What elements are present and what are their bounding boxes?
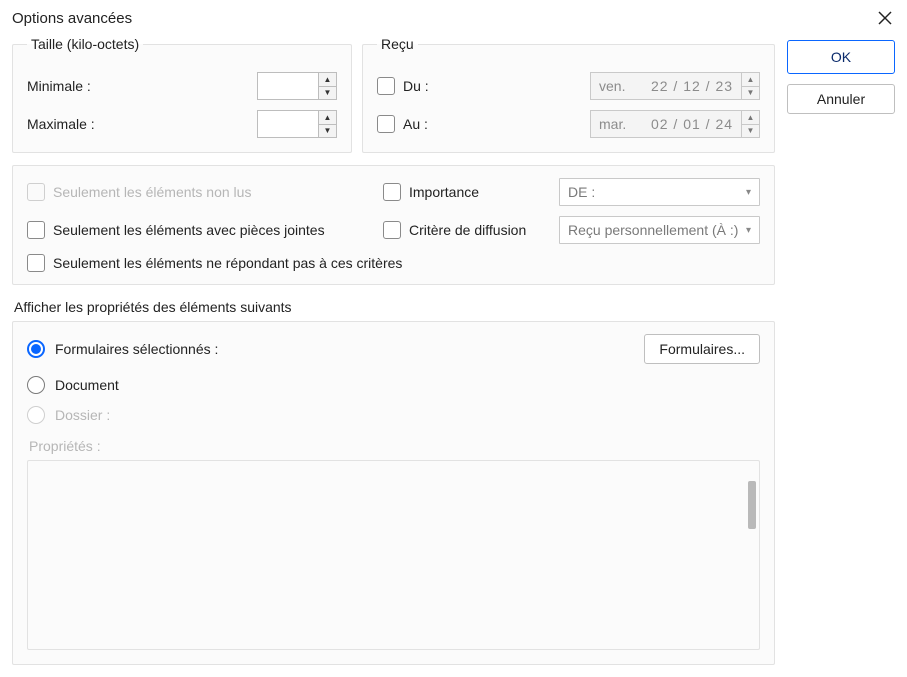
received-to-date[interactable]: mar. 02 / 01 / 24 ▲ ▼	[590, 110, 760, 138]
distribution-checkbox[interactable]	[383, 221, 401, 239]
group-size: Taille (kilo-octets) Minimale : ▲ ▼ Maxi…	[12, 36, 352, 153]
window-title: Options avancées	[12, 10, 132, 27]
received-from-day: ven.	[599, 78, 643, 94]
close-icon	[878, 11, 892, 25]
received-from-date[interactable]: ven. 22 / 12 / 23 ▲ ▼	[590, 72, 760, 100]
radio-folder-label: Dossier :	[55, 407, 110, 423]
max-size-label: Maximale :	[27, 116, 257, 132]
radio-folder[interactable]	[27, 406, 45, 424]
importance-combo[interactable]: DE : ▾	[559, 178, 760, 206]
importance-checkbox[interactable]	[383, 183, 401, 201]
forms-button[interactable]: Formulaires...	[644, 334, 760, 364]
received-from-label: Du :	[403, 78, 429, 94]
radio-document[interactable]	[27, 376, 45, 394]
max-size-down-icon[interactable]: ▼	[319, 124, 336, 138]
importance-value: DE :	[568, 184, 595, 200]
radio-selected-forms-label: Formulaires sélectionnés :	[55, 341, 218, 357]
chevron-down-icon: ▾	[746, 225, 751, 236]
properties-listbox[interactable]	[27, 460, 760, 650]
importance-label: Importance	[409, 184, 479, 200]
scrollbar-thumb[interactable]	[748, 481, 756, 529]
min-size-input[interactable]	[257, 72, 319, 100]
not-matching-label: Seulement les éléments ne répondant pas …	[53, 255, 402, 271]
radio-document-label: Document	[55, 377, 119, 393]
close-button[interactable]	[875, 8, 895, 28]
received-to-up-icon[interactable]: ▲	[742, 111, 759, 124]
properties-section: Formulaires sélectionnés : Formulaires..…	[12, 321, 775, 665]
attachments-checkbox[interactable]	[27, 221, 45, 239]
min-size-up-icon[interactable]: ▲	[319, 73, 336, 86]
chevron-down-icon: ▾	[746, 187, 751, 198]
min-size-spinner[interactable]: ▲ ▼	[257, 72, 337, 100]
unread-label: Seulement les éléments non lus	[53, 184, 251, 200]
group-received: Reçu Du : ven. 22 / 12 / 23 ▲ ▼	[362, 36, 775, 153]
received-from-up-icon[interactable]: ▲	[742, 73, 759, 86]
received-to-down-icon[interactable]: ▼	[742, 124, 759, 138]
cancel-button[interactable]: Annuler	[787, 84, 895, 114]
max-size-spinner[interactable]: ▲ ▼	[257, 110, 337, 138]
received-to-date-value: 02 / 01 / 24	[643, 116, 741, 132]
min-size-down-icon[interactable]: ▼	[319, 86, 336, 100]
distribution-label: Critère de diffusion	[409, 222, 526, 238]
max-size-input[interactable]	[257, 110, 319, 138]
received-from-date-value: 22 / 12 / 23	[643, 78, 741, 94]
properties-label: Propriétés :	[29, 438, 758, 454]
distribution-value: Reçu personnellement (À :)	[568, 222, 738, 238]
received-to-day: mar.	[599, 116, 643, 132]
min-size-label: Minimale :	[27, 78, 257, 94]
properties-section-title: Afficher les propriétés des éléments sui…	[14, 299, 773, 315]
group-received-legend: Reçu	[377, 36, 418, 52]
attachments-label: Seulement les éléments avec pièces joint…	[53, 222, 325, 238]
received-from-checkbox[interactable]	[377, 77, 395, 95]
received-to-label: Au :	[403, 116, 428, 132]
received-to-checkbox[interactable]	[377, 115, 395, 133]
group-size-legend: Taille (kilo-octets)	[27, 36, 143, 52]
unread-checkbox[interactable]	[27, 183, 45, 201]
received-from-down-icon[interactable]: ▼	[742, 86, 759, 100]
distribution-combo[interactable]: Reçu personnellement (À :) ▾	[559, 216, 760, 244]
max-size-up-icon[interactable]: ▲	[319, 111, 336, 124]
not-matching-checkbox[interactable]	[27, 254, 45, 272]
filters-group: Seulement les éléments non lus Importanc…	[12, 165, 775, 285]
radio-selected-forms[interactable]	[27, 340, 45, 358]
ok-button[interactable]: OK	[787, 40, 895, 74]
